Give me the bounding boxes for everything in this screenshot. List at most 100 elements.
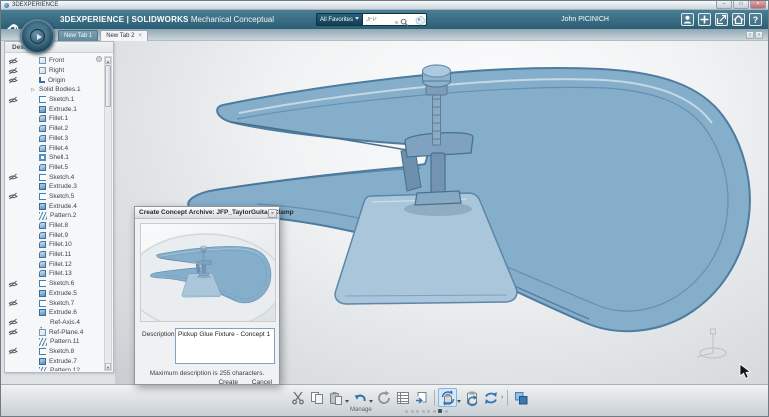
tree-item-sketch-7[interactable]: Sketch.7: [5, 298, 104, 308]
page-dot[interactable]: [422, 410, 425, 413]
page-dot[interactable]: [445, 410, 448, 413]
dropdown-caret-icon[interactable]: [457, 400, 461, 403]
tree-item-shell-1[interactable]: Shell.1: [5, 153, 104, 163]
swap-window-button[interactable]: [511, 388, 530, 407]
tree-item-extrude-5[interactable]: Extrude.5: [5, 289, 104, 299]
tree-item-fillet-8[interactable]: Fillet.8: [5, 221, 104, 231]
tree-item-fillet-13[interactable]: Fillet.13: [5, 269, 104, 279]
tree-item-origin[interactable]: Origin: [5, 75, 104, 85]
undo-button[interactable]: [350, 388, 369, 407]
tree-item-pattern-2[interactable]: Pattern.2: [5, 211, 104, 221]
tab-new-tab-2[interactable]: New Tab 2×: [100, 30, 148, 41]
description-textarea[interactable]: Pickup Glue Fixture - Concept 1: [175, 328, 275, 364]
tree-item-solid-bodies-1[interactable]: ▷Solid Bodies.1: [5, 85, 104, 95]
tab-scroll-right-icon[interactable]: ›: [755, 31, 763, 39]
tree-item-ref-plane-4[interactable]: Ref-Plane.4: [5, 327, 104, 337]
dropdown-caret-icon[interactable]: [345, 400, 349, 403]
user-profile-icon[interactable]: [681, 13, 694, 26]
minimize-button[interactable]: –: [716, 1, 732, 9]
tree-item-right[interactable]: Right: [5, 66, 104, 76]
help-icon[interactable]: ?: [749, 13, 762, 26]
home-icon[interactable]: [732, 13, 745, 26]
more-chevron-icon[interactable]: ›: [501, 394, 503, 401]
visibility-eye-icon[interactable]: [8, 328, 18, 336]
paste-button[interactable]: [326, 388, 345, 407]
visibility-eye-icon[interactable]: [8, 173, 18, 181]
3d-compass[interactable]: [20, 19, 55, 54]
tree-item-fillet-2[interactable]: Fillet.2: [5, 124, 104, 134]
visibility-eye-icon[interactable]: [8, 347, 18, 355]
scrollbar-thumb[interactable]: [105, 65, 111, 107]
tab-close-icon[interactable]: ×: [139, 33, 143, 39]
tree-item-sketch-1[interactable]: Sketch.1: [5, 95, 104, 105]
pattern-icon: [39, 367, 47, 371]
tree-item-fillet-4[interactable]: Fillet.4: [5, 143, 104, 153]
maximize-button[interactable]: □: [733, 1, 749, 9]
tree-item-fillet-10[interactable]: Fillet.10: [5, 240, 104, 250]
open-document-button[interactable]: [412, 388, 431, 407]
cancel-button[interactable]: Cancel: [252, 379, 272, 386]
tree-item-fillet-11[interactable]: Fillet.11: [5, 250, 104, 260]
visibility-eye-icon[interactable]: [8, 76, 18, 84]
tree-item-pattern-12[interactable]: Pattern.12: [5, 366, 104, 371]
page-dot[interactable]: [411, 410, 414, 413]
tree-item-sketch-5[interactable]: Sketch.5: [5, 192, 104, 202]
visibility-eye-icon[interactable]: [8, 67, 18, 75]
tree-item-ref-axis-4[interactable]: Ref-Axis.4: [5, 318, 104, 328]
tree-item-fillet-9[interactable]: Fillet.9: [5, 230, 104, 240]
add-icon[interactable]: [698, 13, 711, 26]
create-button[interactable]: Create: [218, 379, 238, 386]
page-dot[interactable]: [405, 410, 408, 413]
rebuild-button[interactable]: [374, 388, 393, 407]
tree-item-extrude-1[interactable]: Extrude.1: [5, 104, 104, 114]
tree-item-extrude-7[interactable]: Extrude.7: [5, 356, 104, 366]
tree-item-extrude-3[interactable]: Extrude.3: [5, 182, 104, 192]
gear-icon[interactable]: [96, 56, 102, 62]
update-concept-button[interactable]: [462, 388, 481, 407]
page-dot[interactable]: [438, 409, 442, 413]
visibility-eye-icon[interactable]: [8, 57, 18, 65]
bom-list-button[interactable]: [393, 388, 412, 407]
tree-scrollbar[interactable]: ▲ ▼: [104, 56, 112, 371]
search-filter-dropdown[interactable]: All Favorites: [316, 13, 363, 26]
expander-icon[interactable]: ▷: [31, 87, 39, 93]
tree-item-extrude-6[interactable]: Extrude.6: [5, 308, 104, 318]
pattern-icon: [39, 338, 47, 346]
scroll-down-icon[interactable]: ▼: [105, 363, 111, 370]
sync-button[interactable]: [481, 388, 500, 407]
dropdown-caret-icon[interactable]: [369, 400, 373, 403]
tree-item-front[interactable]: Front: [5, 56, 104, 66]
tree-item-sketch-4[interactable]: Sketch.4: [5, 172, 104, 182]
panel-collapse-icon[interactable]: ‹: [0, 204, 1, 213]
close-button[interactable]: ×: [750, 1, 766, 9]
tree-item-fillet-5[interactable]: Fillet.5: [5, 163, 104, 173]
clear-search-icon[interactable]: [395, 21, 398, 24]
tab-new-tab-1[interactable]: New Tab 1: [58, 30, 98, 41]
tree-item-fillet-1[interactable]: Fillet.1: [5, 114, 104, 124]
tree-item-fillet-3[interactable]: Fillet.3: [5, 134, 104, 144]
compass-play-icon[interactable]: [30, 29, 45, 44]
tree-item-sketch-6[interactable]: Sketch.6: [5, 279, 104, 289]
dialog-close-icon[interactable]: ×: [268, 209, 277, 218]
tree-item-pattern-11[interactable]: Pattern.11: [5, 337, 104, 347]
tag-icon[interactable]: [415, 15, 427, 26]
tree-item-sketch-8[interactable]: Sketch.8: [5, 347, 104, 357]
page-dot[interactable]: [416, 410, 419, 413]
visibility-eye-icon[interactable]: [8, 192, 18, 200]
visibility-eye-icon[interactable]: [8, 280, 18, 288]
visibility-eye-icon[interactable]: [8, 318, 18, 326]
cut-button[interactable]: [288, 388, 307, 407]
copy-button[interactable]: [307, 388, 326, 407]
visibility-eye-icon[interactable]: [8, 299, 18, 307]
page-dot[interactable]: [433, 410, 436, 413]
save-concept-button[interactable]: [438, 388, 457, 407]
tree-item-fillet-12[interactable]: Fillet.12: [5, 259, 104, 269]
tab-scroll-left-icon[interactable]: ‹: [746, 31, 754, 39]
scroll-up-icon[interactable]: ▲: [105, 57, 111, 64]
visibility-eye-icon[interactable]: [8, 96, 18, 104]
share-icon[interactable]: [715, 13, 728, 26]
user-name[interactable]: John PICINICH: [561, 10, 609, 29]
tree-item-extrude-4[interactable]: Extrude.4: [5, 201, 104, 211]
page-dot[interactable]: [427, 410, 430, 413]
search-icon[interactable]: [400, 18, 409, 27]
